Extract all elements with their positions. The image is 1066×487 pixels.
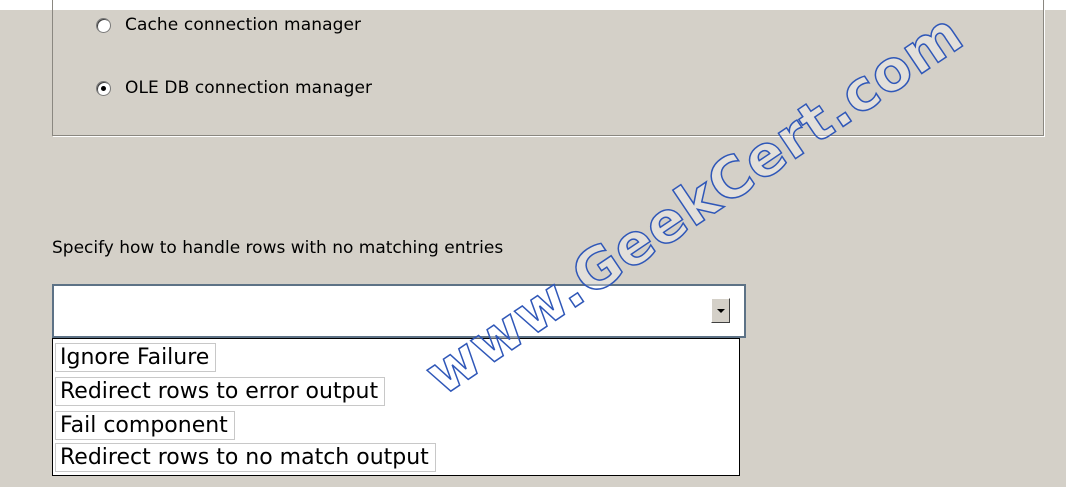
cache-connection-option[interactable]: Cache connection manager — [96, 13, 361, 37]
oledb-connection-label: OLE DB connection manager — [125, 78, 373, 98]
oledb-connection-radio[interactable] — [96, 80, 111, 96]
option-fail-component[interactable]: Fail component — [55, 411, 235, 440]
no-match-prompt: Specify how to handle rows with no match… — [52, 238, 504, 258]
cache-connection-radio[interactable] — [96, 17, 111, 33]
oledb-connection-option[interactable]: OLE DB connection manager — [96, 76, 372, 100]
dropdown-button[interactable] — [711, 298, 730, 323]
chevron-down-icon — [717, 309, 725, 313]
cache-connection-label: Cache connection manager — [125, 15, 362, 35]
option-ignore-failure[interactable]: Ignore Failure — [55, 343, 217, 372]
no-match-combobox[interactable] — [52, 284, 746, 338]
option-redirect-no-match-output[interactable]: Redirect rows to no match output — [55, 443, 436, 472]
no-match-dropdown-list: Ignore Failure Redirect rows to error ou… — [52, 338, 740, 476]
option-redirect-error-output[interactable]: Redirect rows to error output — [55, 377, 386, 406]
